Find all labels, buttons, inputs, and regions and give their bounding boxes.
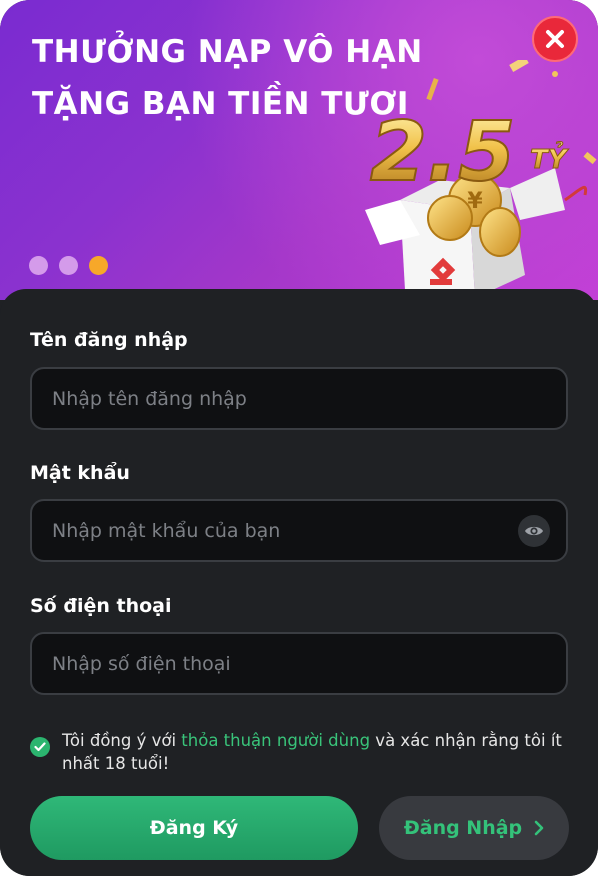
username-label: Tên đăng nhập [30,329,188,351]
promo-unit: TỶ [530,140,570,175]
promo-artwork: ¥ 2.5 TỶ [365,60,597,298]
terms-prefix: Tôi đồng ý với [62,731,182,750]
username-field [30,367,568,430]
password-label: Mật khẩu [30,462,130,484]
close-button[interactable] [532,16,578,62]
checkmark-icon [34,742,46,752]
register-button-label: Đăng Ký [149,817,239,839]
phone-label: Số điện thoại [30,595,172,617]
password-field [30,499,568,562]
chevron-right-icon [534,820,544,836]
promo-amount: 2.5 [370,105,515,200]
username-input[interactable] [32,369,566,428]
terms-checkbox[interactable] [30,737,50,757]
terms-text: Tôi đồng ý với thỏa thuận người dùng và … [62,729,572,775]
user-agreement-link[interactable]: thỏa thuận người dùng [181,731,370,750]
promo-banner[interactable]: THƯỞNG NẠP VÔ HẠN TẶNG BẠN TIỀN TƯƠI ¥ 2… [0,0,598,300]
register-modal: THƯỞNG NẠP VÔ HẠN TẶNG BẠN TIỀN TƯƠI ¥ 2… [0,0,598,876]
slide-dot[interactable] [59,256,78,275]
phone-input[interactable] [32,634,566,693]
close-icon [546,30,564,48]
register-form: Tên đăng nhập Mật khẩu Số điện thoại [0,289,598,876]
password-input[interactable] [32,501,566,560]
banner-title-line2: TẶNG BẠN TIỀN TƯƠI [32,86,409,122]
password-visibility-toggle[interactable] [518,515,550,547]
login-button-label: Đăng Nhập [403,817,523,839]
eye-icon [525,526,543,536]
login-button[interactable]: Đăng Nhập [379,796,569,860]
register-button[interactable]: Đăng Ký [30,796,358,860]
slide-indicator [29,256,108,275]
slide-dot[interactable] [29,256,48,275]
slide-dot-active[interactable] [89,256,108,275]
phone-field [30,632,568,695]
